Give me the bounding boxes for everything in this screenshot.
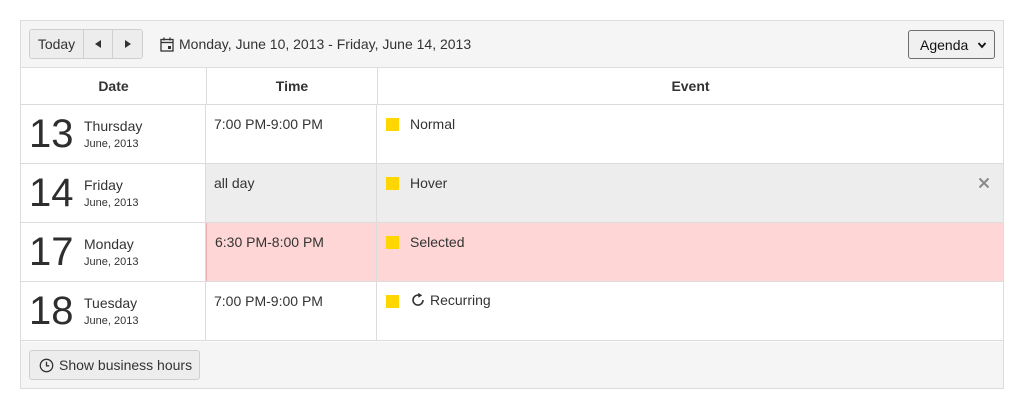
event-color-swatch [386,118,399,131]
recurrence-icon [412,292,424,306]
chevron-down-icon [977,42,987,49]
arrow-right-icon [124,40,131,48]
view-select[interactable]: Agenda [908,30,995,59]
date-cell: 13 Thursday June, 2013 [21,105,206,163]
day-number: 14 [29,171,74,215]
weekday-label: Tuesday [84,295,138,311]
month-year-label: June, 2013 [84,197,139,209]
time-cell[interactable]: 7:00 PM-9:00 PM [206,282,377,340]
scheduler: Today Monday, June 10, 2013 - Friday, Ju… [20,20,1004,389]
event-title: Selected [410,234,465,250]
event-title: Normal [410,116,456,132]
month-year-label: June, 2013 [84,138,139,150]
previous-button[interactable] [84,30,113,58]
time-cell[interactable]: 7:00 PM-9:00 PM [206,105,377,163]
agenda-table: Date Time Event 13 Thursday June, 2013 7… [21,68,1003,341]
date-range-picker[interactable]: Monday, June 10, 2013 - Friday, June 14,… [160,35,471,53]
day-number: 17 [29,230,74,274]
show-business-hours-button[interactable]: Show business hours [29,350,200,380]
time-cell[interactable]: 6:30 PM-8:00 PM [206,223,377,281]
table-row: 14 Friday June, 2013 all day Hover [21,164,1003,223]
toolbar: Today Monday, June 10, 2013 - Friday, Ju… [21,21,1003,68]
date-cell: 18 Tuesday June, 2013 [21,282,206,340]
arrow-left-icon [95,40,101,48]
event-time: all day [214,175,255,191]
date-cell: 14 Friday June, 2013 [21,164,206,222]
event-cell[interactable]: Normal [377,105,1003,163]
weekday-label: Friday [84,177,123,193]
table-row: 18 Tuesday June, 2013 7:00 PM-9:00 PM Re… [21,282,1003,341]
event-column-header: Event [671,78,710,94]
recurring-event: Recurring [410,292,491,308]
next-button[interactable] [113,30,142,58]
event-time: 7:00 PM-9:00 PM [214,293,323,309]
day-number: 13 [29,112,74,156]
month-year-label: June, 2013 [84,256,139,268]
weekday-label: Monday [84,236,134,252]
event-title: Recurring [430,292,491,308]
event-color-swatch [386,295,399,308]
event-cell[interactable]: Selected [377,223,1003,281]
day-number: 18 [29,289,74,333]
time-cell[interactable]: all day [206,164,377,222]
event-color-swatch [386,177,399,190]
date-column-header: Date [98,78,129,94]
show-business-hours-label: Show business hours [59,357,193,373]
table-header: Date Time Event [21,68,1003,105]
month-year-label: June, 2013 [84,315,139,327]
footer: Show business hours [21,342,1003,388]
table-row: 13 Thursday June, 2013 7:00 PM-9:00 PM N… [21,105,1003,164]
event-color-swatch [386,236,399,249]
calendar-icon [160,37,174,52]
event-cell[interactable]: Hover [377,164,1003,222]
weekday-label: Thursday [84,118,143,134]
navigation-group: Today [29,29,143,59]
view-select-value: Agenda [920,36,969,53]
today-button[interactable]: Today [30,30,84,58]
event-time: 7:00 PM-9:00 PM [214,116,323,132]
date-cell: 17 Monday June, 2013 [21,223,206,281]
event-title: Hover [410,175,448,191]
table-row: 17 Monday June, 2013 6:30 PM-8:00 PM Sel… [21,223,1003,282]
event-time: 6:30 PM-8:00 PM [215,234,324,250]
event-cell[interactable]: Recurring [377,282,1003,340]
time-column-header: Time [275,78,309,94]
clock-icon [39,358,54,372]
date-range-text: Monday, June 10, 2013 - Friday, June 14,… [179,36,472,52]
close-icon[interactable] [978,177,990,189]
